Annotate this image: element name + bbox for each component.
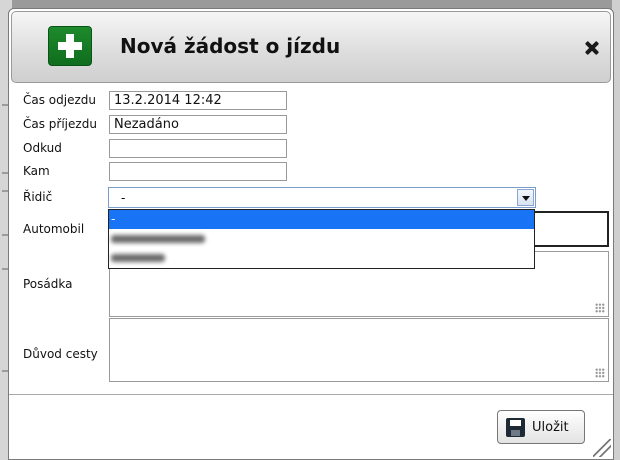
dialog-titlebar[interactable]: Nová žádost o jízdu <box>11 11 611 83</box>
driver-selected-value: - <box>121 191 126 205</box>
floppy-disk-icon <box>506 418 525 437</box>
departure-time-field[interactable]: 13.2.2014 12:42 <box>109 91 287 110</box>
save-button-label: Uložit <box>532 420 569 435</box>
arrival-label: Čas příjezdu <box>23 117 97 131</box>
driver-option-selected[interactable]: - <box>109 210 534 229</box>
resize-grip-icon[interactable] <box>595 303 605 313</box>
to-label: Kam <box>23 164 50 178</box>
driver-dropdown-list: - <box>108 209 535 269</box>
close-icon[interactable] <box>584 40 600 56</box>
crew-label: Posádka <box>23 277 73 291</box>
chevron-down-icon[interactable] <box>517 189 534 206</box>
to-field[interactable] <box>109 162 287 181</box>
arrival-time-field[interactable]: Nezadáno <box>109 115 287 134</box>
plus-icon <box>48 26 92 66</box>
reason-label: Důvod cesty <box>23 347 98 361</box>
resize-grip-icon[interactable] <box>595 368 605 378</box>
from-label: Odkud <box>23 141 62 155</box>
reason-textarea[interactable] <box>109 318 609 382</box>
driver-option-redacted-1[interactable] <box>109 229 534 248</box>
from-field[interactable] <box>109 139 287 158</box>
departure-label: Čas odjezdu <box>23 93 96 107</box>
driver-option-redacted-2[interactable] <box>109 248 534 267</box>
window-resize-icon[interactable] <box>593 439 611 457</box>
driver-select[interactable]: - <box>108 187 536 208</box>
dialog-title: Nová žádost o jízdu <box>120 34 341 58</box>
new-ride-request-dialog: Nová žádost o jízdu Čas odjezdu 13.2.201… <box>8 8 614 460</box>
driver-label: Řidič <box>23 190 53 204</box>
save-button[interactable]: Uložit <box>497 410 585 444</box>
footer-divider <box>9 394 613 395</box>
car-label: Automobil <box>23 222 85 236</box>
